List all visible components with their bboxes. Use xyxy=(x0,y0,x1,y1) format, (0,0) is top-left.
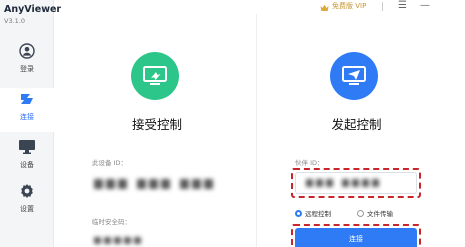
accept-control-panel: 接受控制 此设备 ID： 临时安全码： xyxy=(64,14,250,247)
remote-screen-icon xyxy=(131,52,179,100)
connect-button-highlight xyxy=(291,224,421,247)
sidebar-item-login[interactable]: 登录 xyxy=(0,40,54,84)
gear-icon xyxy=(0,180,54,202)
minimize-button[interactable]: — xyxy=(420,1,430,11)
partner-id-label: 伙伴 ID： xyxy=(295,159,324,167)
connect-icon xyxy=(0,88,54,110)
remote-control-radio[interactable]: 远程控制 xyxy=(295,208,331,218)
menu-button[interactable]: ☰ xyxy=(398,1,407,11)
sidebar-item-connect[interactable]: 连接 xyxy=(0,88,54,132)
sidebar-item-label: 设备 xyxy=(20,161,34,169)
sidebar: AnyViewer V3.1.0 登录 连接 设备 设置 xyxy=(0,0,61,247)
user-icon xyxy=(0,40,54,62)
temp-code-label: 临时安全码： xyxy=(92,218,131,226)
sidebar-item-label: 登录 xyxy=(20,65,34,73)
monitor-icon xyxy=(0,136,54,158)
device-id-label: 此设备 ID： xyxy=(92,159,127,167)
radio-unselected-icon xyxy=(357,209,364,217)
vip-badge[interactable]: 免费版 VIP xyxy=(320,0,366,12)
initiate-control-panel: 发起控制 伙伴 ID： 远程控制 文件传输 连接 xyxy=(256,14,456,247)
radio-label: 远程控制 xyxy=(305,210,331,218)
accept-title: 接受控制 xyxy=(131,117,182,132)
topbar-divider xyxy=(382,2,383,11)
sidebar-item-devices[interactable]: 设备 xyxy=(0,136,54,180)
initiate-title: 发起控制 xyxy=(331,117,382,132)
vip-label: 免费版 VIP xyxy=(332,2,367,10)
temp-code-value xyxy=(94,237,141,244)
sidebar-item-label: 连接 xyxy=(20,113,34,121)
radio-label: 文件传输 xyxy=(367,210,393,218)
file-transfer-radio[interactable]: 文件传输 xyxy=(357,208,393,218)
partner-id-highlight xyxy=(291,168,421,198)
sidebar-item-settings[interactable]: 设置 xyxy=(0,180,54,224)
send-screen-icon xyxy=(330,52,378,100)
sidebar-item-label: 设置 xyxy=(20,205,34,213)
device-id-value xyxy=(94,179,213,189)
radio-selected-icon xyxy=(295,209,302,217)
